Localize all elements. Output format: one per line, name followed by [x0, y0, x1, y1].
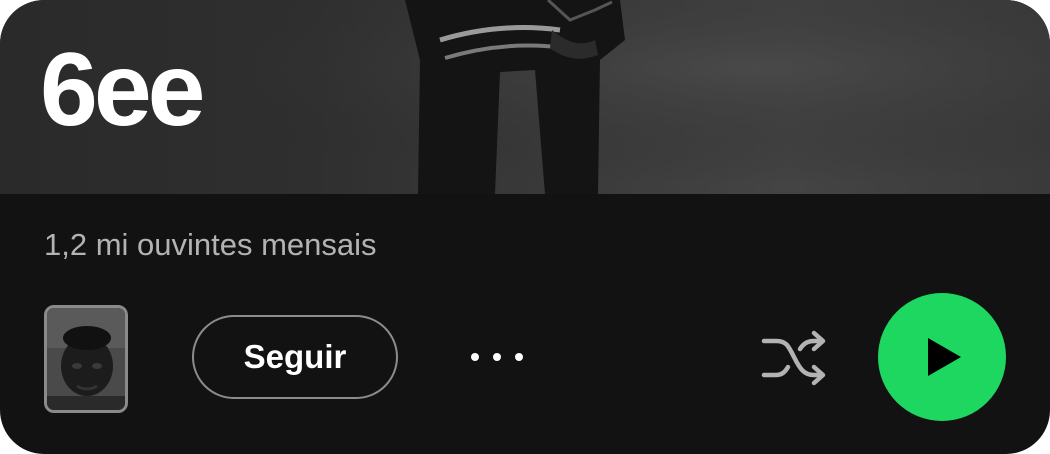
more-options-icon[interactable] [462, 335, 532, 379]
follow-button[interactable]: Seguir [192, 315, 398, 399]
play-button[interactable] [878, 293, 1006, 421]
artist-header-image: 6ee [0, 0, 1050, 194]
monthly-listeners: 1,2 mi ouvintes mensais [44, 227, 377, 262]
play-icon [928, 338, 961, 376]
artist-avatar[interactable] [44, 305, 128, 413]
artist-name: 6ee [40, 32, 206, 148]
shuffle-icon[interactable] [758, 327, 830, 389]
artist-card: 6ee 1,2 mi ouvintes mensais Seguir [0, 0, 1050, 454]
